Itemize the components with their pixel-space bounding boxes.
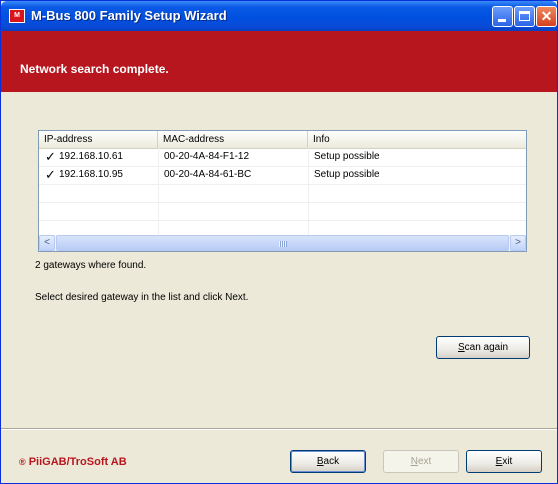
scan-again-button[interactable]: Scan again (436, 336, 530, 359)
scroll-left-button[interactable]: < (39, 235, 55, 251)
column-header-info[interactable]: Info (308, 131, 526, 148)
check-icon: ✓ (45, 149, 56, 164)
grid-line (39, 184, 526, 185)
scan-again-mnemonic: S (457, 342, 465, 353)
banner-heading: Network search complete. (20, 62, 169, 76)
column-header-mac[interactable]: MAC-address (158, 131, 308, 148)
exit-button[interactable]: Exit (466, 450, 542, 473)
grid-line (39, 202, 526, 203)
row-ip: 192.168.10.95 (59, 169, 123, 180)
close-button[interactable]: ✕ (536, 6, 557, 27)
gateway-list[interactable]: IP-address MAC-address Info ✓ 192.168.10… (38, 130, 527, 252)
back-mnemonic: B (316, 456, 324, 467)
app-icon: M (9, 9, 25, 23)
row-mac: 00-20-4A-84-F1-12 (164, 151, 250, 162)
instruction-text: Select desired gateway in the list and c… (35, 292, 249, 303)
grid-line (39, 220, 526, 221)
column-header-ip[interactable]: IP-address (39, 131, 158, 148)
next-button[interactable]: Next (383, 450, 459, 473)
window-title: M-Bus 800 Family Setup Wizard (31, 8, 227, 23)
header-banner: Network search complete. (1, 31, 557, 92)
maximize-icon (519, 11, 530, 21)
check-icon: ✓ (45, 167, 56, 182)
back-button[interactable]: Back (290, 450, 366, 473)
maximize-button[interactable] (514, 6, 535, 27)
found-status-text: 2 gateways where found. (35, 260, 147, 271)
table-row[interactable]: ✓ 192.168.10.95 00-20-4A-84-61-BC Setup … (39, 166, 526, 184)
table-row[interactable]: ✓ 192.168.10.61 00-20-4A-84-F1-12 Setup … (39, 148, 526, 166)
setup-wizard-window: M M-Bus 800 Family Setup Wizard ✕ Networ… (0, 0, 558, 484)
minimize-button[interactable] (492, 6, 513, 27)
list-header: IP-address MAC-address Info (39, 131, 526, 149)
scan-again-label: can again (464, 342, 509, 353)
row-mac: 00-20-4A-84-61-BC (164, 169, 252, 180)
brand-text: PiiGAB/TroSoft AB (28, 456, 127, 468)
scroll-thumb[interactable] (56, 235, 509, 251)
title-bar[interactable]: M M-Bus 800 Family Setup Wizard ✕ (1, 1, 557, 31)
company-logo: ® PiiGAB/TroSoft AB (19, 456, 127, 468)
scroll-right-button[interactable]: > (510, 235, 526, 251)
back-label: ack (323, 456, 340, 467)
horizontal-scrollbar[interactable]: < > (39, 235, 526, 251)
registered-mark: ® (19, 457, 26, 467)
next-label: ext (417, 456, 432, 467)
row-info: Setup possible (314, 169, 380, 180)
next-mnemonic: N (410, 456, 418, 467)
grip-icon (279, 241, 287, 247)
exit-label: xit (502, 456, 513, 467)
row-info: Setup possible (314, 151, 380, 162)
row-ip: 192.168.10.61 (59, 151, 123, 162)
minimize-icon (498, 19, 506, 22)
